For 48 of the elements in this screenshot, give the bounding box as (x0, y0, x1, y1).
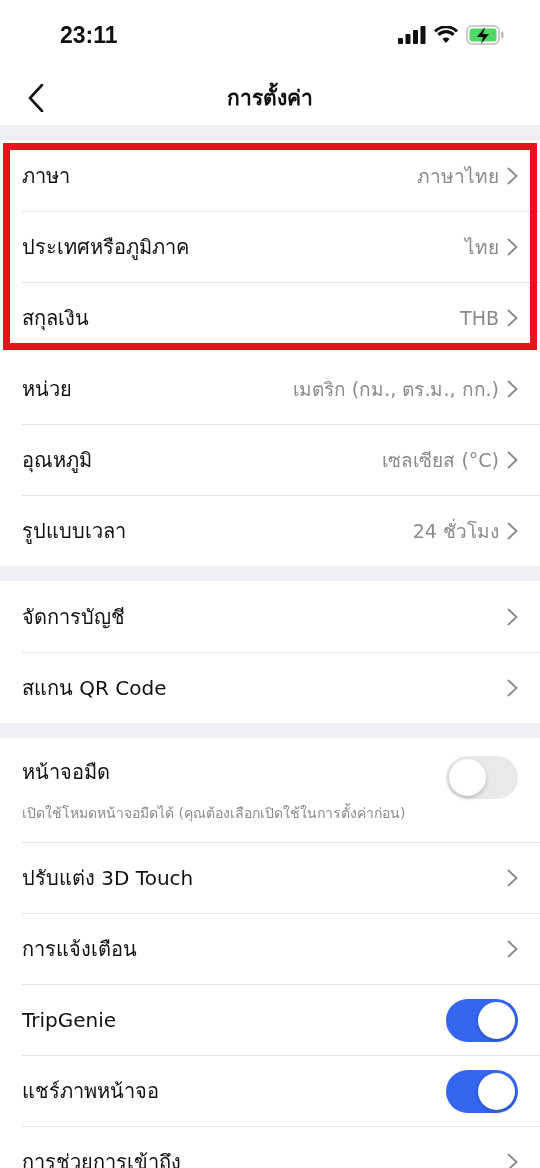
settings-row[interactable]: ปรับแต่ง 3D Touch (22, 842, 540, 913)
chevron-icon (507, 379, 518, 398)
row-label: จัดการบัญชี (22, 603, 125, 631)
chevron-icon (507, 679, 518, 697)
row-value: ภาษาไทย (417, 163, 499, 189)
chevron-icon (507, 607, 518, 626)
row-label: ภาษา (22, 162, 70, 190)
settings-row[interactable]: ภาษา ภาษาไทย (22, 140, 540, 211)
toggle-switch[interactable] (446, 998, 518, 1042)
row-label: อุณหภูมิ (22, 447, 92, 475)
row-label: สแกน QR Code (22, 675, 167, 702)
row-label: หน้าจอมืด (22, 759, 111, 786)
row-label: สกุลเงิน (22, 305, 89, 333)
settings-row[interactable]: การแจ้งเตือน (22, 913, 540, 984)
settings-row[interactable]: รูปแบบเวลา 24 ชั่วโมง (22, 495, 540, 566)
settings-row[interactable]: สแกน QR Code (22, 652, 540, 723)
row-value: เมตริก (กม., ตร.ม., กก.) (292, 376, 499, 402)
row-label: TripGenie (22, 1008, 117, 1032)
back-icon (28, 84, 44, 112)
row-label: รูปแบบเวลา (22, 518, 126, 546)
signal-icon (398, 26, 426, 44)
row-value: 24 ชั่วโมง (412, 517, 499, 544)
settings-row[interactable]: ประเทศหรือภูมิภาค ไทย (22, 211, 540, 282)
chevron-icon (507, 1153, 518, 1168)
chevron-icon (507, 166, 518, 185)
settings-row[interactable]: หน่วย เมตริก (กม., ตร.ม., กก.) (22, 353, 540, 424)
row-label: ปรับแต่ง 3D Touch (22, 865, 194, 892)
row-label: แชร์ภาพหน้าจอ (22, 1078, 159, 1105)
settings-row[interactable]: อุณหภูมิ เซลเซียส (°C) (22, 424, 540, 495)
chevron-icon (507, 869, 518, 887)
row-value: เซลเซียส (°C) (382, 448, 499, 473)
row-label: การแจ้งเตือน (22, 936, 137, 963)
settings-row[interactable]: จัดการบัญชี (22, 581, 540, 652)
row-label: ประเทศหรือภูมิภาค (22, 234, 189, 262)
clock-time: 23:11 (60, 21, 118, 49)
row-label: หน่วย (22, 375, 72, 403)
chevron-icon (507, 238, 518, 256)
chevron-icon (507, 940, 518, 958)
page-title: การตั้งค่า (227, 81, 313, 114)
wifi-icon (434, 26, 458, 44)
row-value: THB (460, 307, 499, 329)
chevron-icon (507, 309, 518, 327)
toggle-switch[interactable] (446, 1069, 518, 1113)
toggle-switch[interactable] (446, 756, 518, 799)
chevron-icon (507, 451, 518, 469)
row-value: ไทย (465, 235, 499, 260)
row-description: เปิดใช้โหมดหน้าจอมืดได้ (คุณต้องเลือกเปิดใช้ในการตั้งค่าก่อน) (22, 802, 406, 824)
chevron-icon (507, 522, 518, 540)
